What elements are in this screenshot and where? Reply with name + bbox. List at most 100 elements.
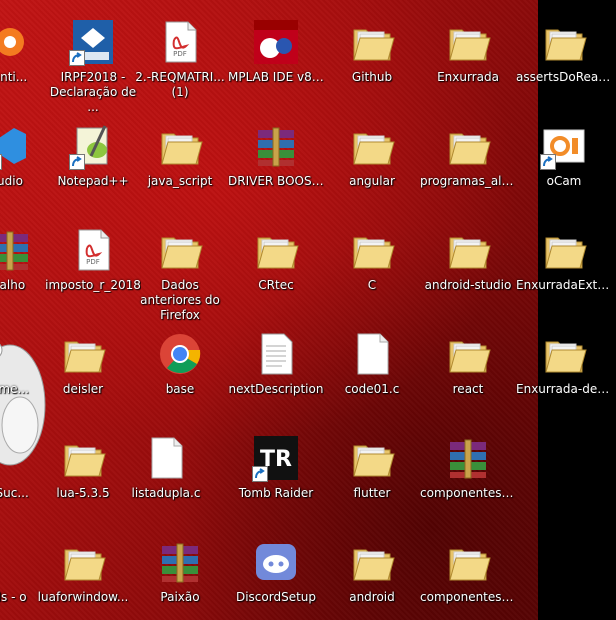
icon-enxurrada-de-b-folder[interactable]: Enxurrada-de-B... — [516, 316, 612, 412]
icon-label: componentes-e... — [420, 590, 516, 604]
icon-notepadpp[interactable]: Notepad++ — [45, 108, 141, 204]
icon-base-chrome[interactable]: base — [132, 316, 228, 412]
folder-icon — [156, 122, 204, 170]
desktop[interactable]: anti... IRPF2018 - Declaração de ... PDF… — [0, 0, 616, 620]
folder-icon — [348, 226, 396, 274]
folder-icon — [156, 226, 204, 274]
icon-discordsetup[interactable]: DiscordSetup — [228, 524, 324, 620]
icon-imposto-pdf[interactable]: PDF imposto_r_2018 — [45, 212, 141, 308]
icon-label: CRtec — [258, 278, 294, 292]
icon-enxurradaextends-folder[interactable]: EnxurradaExtends — [516, 212, 612, 308]
icon-enxurrada-folder[interactable]: Enxurrada — [420, 4, 516, 100]
folder-icon — [59, 434, 107, 482]
icon-label: 2.-REQMATRI... (1) — [135, 70, 225, 99]
tombraider-icon: TR — [252, 434, 300, 482]
rar-icon — [156, 538, 204, 586]
icon-label: EnxurradaExtends — [516, 278, 612, 292]
icon-label: luaforwindow... — [37, 590, 129, 604]
icon-label: base — [165, 382, 195, 396]
folder-icon — [444, 18, 492, 66]
icon-luaforwindows-folder[interactable]: luaforwindow... — [35, 524, 131, 620]
icon-reqmatri-pdf[interactable]: PDF 2.-REQMATRI... (1) — [132, 4, 228, 100]
icon-deisler-folder[interactable]: deisler — [35, 316, 131, 412]
shortcut-arrow-icon — [540, 154, 556, 170]
icon-mplab[interactable]: MPLAB IDE v8.92 — [228, 4, 324, 100]
icon-label: C — [367, 278, 377, 292]
icon-flutter-folder[interactable]: flutter — [324, 420, 420, 516]
svg-text:PDF: PDF — [86, 258, 100, 266]
icon-label: oCam — [546, 174, 582, 188]
icon-android-studio-folder[interactable]: android-studio — [420, 212, 516, 308]
icon-tomb-raider[interactable]: TR Tomb Raider — [228, 420, 324, 516]
icon-label: Enxurrada — [437, 70, 499, 84]
icon-label: DRIVER BOOSTER — [228, 174, 324, 188]
folder-icon — [444, 330, 492, 378]
icon-crtec-folder[interactable]: CRtec — [228, 212, 324, 308]
folder-icon — [252, 226, 300, 274]
icon-label: android-studio — [424, 278, 512, 292]
none-icon — [0, 330, 34, 378]
icon-label: java_script — [147, 174, 213, 188]
folder-icon — [444, 226, 492, 274]
folder-icon — [348, 538, 396, 586]
icon-componentes-folder[interactable]: componentes-e... — [420, 524, 516, 620]
icon-label: MPLAB IDE v8.92 — [228, 70, 324, 84]
rar-icon — [444, 434, 492, 482]
folder-icon — [444, 122, 492, 170]
icon-code01-file[interactable]: code01.c — [324, 316, 420, 412]
icon-componentes-rar[interactable]: componentes-e... — [420, 420, 516, 516]
folder-icon — [540, 330, 588, 378]
icon-c-folder[interactable]: C — [324, 212, 420, 308]
icon-java-script-folder[interactable]: java_script — [132, 108, 228, 204]
icon-label: DiscordSetup — [235, 590, 317, 604]
blankfile-icon — [142, 434, 190, 482]
chrome-icon — [156, 330, 204, 378]
icon-lua535-folder[interactable]: lua-5.3.5 — [35, 420, 131, 516]
icon-programas-folder[interactable]: programas_ale... — [420, 108, 516, 204]
shortcut-arrow-icon — [252, 466, 268, 482]
ocam-icon — [540, 122, 588, 170]
mplab-icon — [252, 18, 300, 66]
icon-android-folder[interactable]: android — [324, 524, 420, 620]
folder-icon — [348, 122, 396, 170]
textfile-icon — [252, 330, 300, 378]
blankfile-icon — [348, 330, 396, 378]
icon-ocam[interactable]: oCam — [516, 108, 612, 204]
discord-icon — [252, 538, 300, 586]
icon-github-folder[interactable]: Github — [324, 4, 420, 100]
icon-paixao-rar[interactable]: Paixão — [132, 524, 228, 620]
icon-nextdescription-file[interactable]: nextDescription — [228, 316, 324, 412]
app-orange-icon — [0, 18, 34, 66]
pdf-icon: PDF — [156, 18, 204, 66]
folder-icon — [348, 434, 396, 482]
icon-dados-firefox-folder[interactable]: Dados anteriores do Firefox — [132, 212, 228, 322]
icon-assertsdoreadme-folder[interactable]: assertsDoReadme — [516, 4, 612, 100]
icon-label: Paixão — [160, 590, 200, 604]
none-icon — [0, 434, 34, 482]
icon-label: componentes-e... — [420, 486, 516, 500]
icon-driver-booster[interactable]: DRIVER BOOSTER — [228, 108, 324, 204]
icon-label: deisler — [62, 382, 104, 396]
folder-icon — [59, 330, 107, 378]
icon-angular-folder[interactable]: angular — [324, 108, 420, 204]
svg-text:PDF: PDF — [173, 50, 187, 58]
icon-label: react — [452, 382, 484, 396]
folder-icon — [59, 538, 107, 586]
icon-listadupla-file[interactable]: listadupla.c — [118, 420, 214, 516]
icon-irpf2018[interactable]: IRPF2018 - Declaração de ... — [45, 4, 141, 114]
icon-label: android — [349, 590, 395, 604]
icon-label: imposto_r_2018 — [45, 278, 141, 292]
pdf-icon: PDF — [69, 226, 117, 274]
icon-label: Enxurrada-de-B... — [516, 382, 612, 396]
vs-icon — [0, 122, 34, 170]
folder-icon — [444, 538, 492, 586]
icon-label: lua-5.3.5 — [56, 486, 110, 500]
icon-label: Tomb Raider — [238, 486, 314, 500]
irpf-icon — [69, 18, 117, 66]
rar-icon — [0, 226, 34, 274]
icon-label: flutter — [353, 486, 391, 500]
shortcut-arrow-icon — [69, 154, 85, 170]
folder-icon — [540, 18, 588, 66]
icon-react-folder[interactable]: react — [420, 316, 516, 412]
shortcut-arrow-icon — [69, 50, 85, 66]
